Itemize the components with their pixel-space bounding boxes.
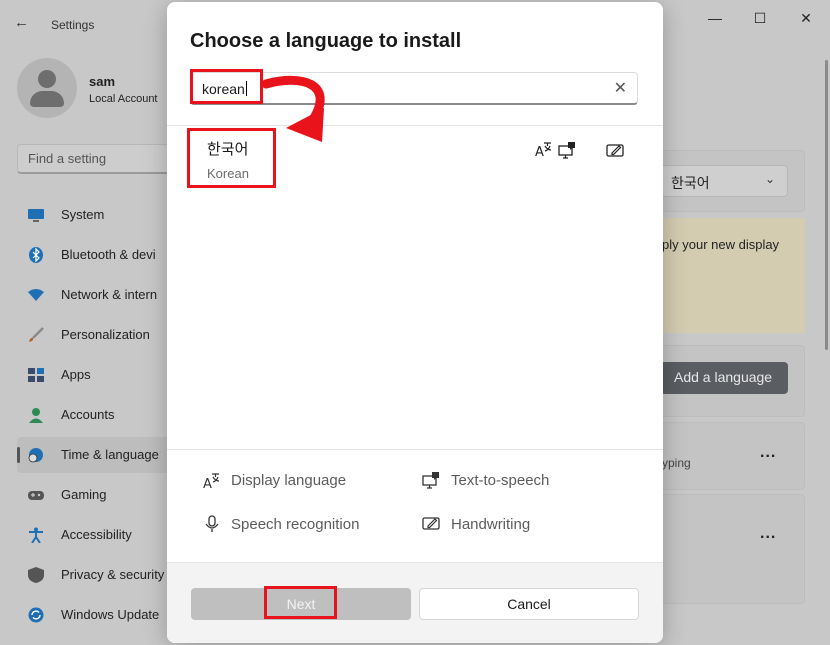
sidebar-item-bluetooth-devi[interactable]: Bluetooth & devi	[17, 237, 177, 273]
handwriting-icon	[606, 144, 624, 157]
dialog-footer: Next Cancel	[167, 562, 663, 643]
close-button[interactable]: ✕	[791, 8, 821, 30]
language-native-name: 한국어	[207, 141, 249, 158]
app-title: Settings	[51, 18, 95, 32]
sidebar-item-windows-update[interactable]: Windows Update	[17, 597, 177, 633]
text-to-speech-icon	[422, 472, 439, 489]
divider	[167, 125, 663, 126]
legend-display-language: Display language	[231, 472, 347, 489]
sidebar-item-privacy-security[interactable]: Privacy & security	[17, 557, 177, 593]
accessibility-icon	[27, 527, 45, 544]
sidebar-item-label: Bluetooth & devi	[61, 247, 156, 262]
avatar[interactable]	[17, 58, 77, 118]
sidebar-item-gaming[interactable]: Gaming	[17, 477, 177, 513]
search-input-value: korean	[202, 81, 247, 97]
sidebar-item-label: Personalization	[61, 327, 150, 342]
notice-card	[640, 218, 805, 333]
shield-icon	[27, 567, 45, 583]
divider	[167, 449, 663, 450]
find-setting-input[interactable]: Find a setting	[17, 144, 177, 174]
back-button[interactable]: ←	[14, 14, 36, 34]
handwriting-icon	[422, 517, 440, 530]
monitor-icon	[27, 207, 45, 223]
add-language-button[interactable]: Add a language	[660, 362, 788, 394]
notice-text: ply your new display	[662, 237, 780, 252]
user-account-type: Local Account	[89, 93, 158, 105]
sidebar-item-label: Network & intern	[61, 287, 158, 302]
microphone-icon	[205, 515, 219, 532]
more-options-button[interactable]: ...	[760, 525, 776, 543]
clock-globe-icon	[27, 447, 45, 463]
display-language-icon: A	[203, 473, 220, 491]
sidebar-item-network-intern[interactable]: Network & intern	[17, 277, 177, 313]
sidebar-item-label: Time & language	[61, 447, 159, 462]
dialog-title: Choose a language to install	[190, 30, 462, 52]
scrollbar[interactable]	[825, 60, 828, 350]
maximize-button[interactable]: ☐	[745, 8, 775, 30]
person-icon	[27, 407, 45, 423]
sidebar-item-label: Windows Update	[61, 607, 160, 622]
bluetooth-icon	[27, 247, 45, 263]
user-name: sam	[89, 74, 116, 89]
sidebar-item-label: Accessibility	[61, 527, 132, 542]
legend-text-to-speech: Text-to-speech	[451, 472, 550, 489]
cancel-button[interactable]: Cancel	[419, 588, 639, 620]
svg-text:A: A	[203, 477, 212, 491]
text-to-speech-icon	[558, 142, 575, 159]
language-result-korean[interactable]: 한국어 Korean	[167, 127, 663, 187]
sidebar-item-label: System	[61, 207, 105, 222]
avatar-body-shape	[30, 91, 64, 107]
sidebar-item-system[interactable]: System	[17, 197, 177, 233]
brush-icon	[27, 327, 45, 343]
avatar-head-shape	[38, 70, 56, 88]
chevron-down-icon: ⌄	[764, 172, 775, 186]
gamepad-icon	[27, 487, 45, 503]
sidebar-item-apps[interactable]: Apps	[17, 357, 177, 393]
sidebar-item-accessibility[interactable]: Accessibility	[17, 517, 177, 553]
apps-icon	[27, 367, 45, 383]
sidebar-item-label: Gaming	[61, 487, 107, 502]
choose-language-dialog: Choose a language to install korean ✕ 한국…	[167, 2, 663, 643]
update-icon	[27, 607, 45, 623]
legend-speech-recognition: Speech recognition	[231, 516, 360, 533]
more-options-button[interactable]: ...	[760, 444, 776, 462]
language-row-card	[640, 494, 805, 604]
sidebar-item-personalization[interactable]: Personalization	[17, 317, 177, 353]
language-search-input[interactable]: korean ✕	[190, 72, 638, 105]
feature-legend: A Display language Text-to-speech Speech…	[167, 451, 663, 563]
sidebar-item-accounts[interactable]: Accounts	[17, 397, 177, 433]
language-english-name: Korean	[207, 166, 249, 181]
display-language-select[interactable]: 한국어 ⌄	[660, 165, 788, 197]
minimize-button[interactable]: —	[700, 8, 730, 30]
sidebar-item-label: Apps	[61, 367, 91, 382]
next-button[interactable]: Next	[191, 588, 411, 620]
sidebar-item-label: Accounts	[61, 407, 115, 422]
red-curved-arrow	[262, 75, 325, 142]
display-language-value: 한국어	[671, 175, 710, 191]
wifi-icon	[27, 287, 45, 303]
display-language-icon: A	[535, 142, 552, 160]
legend-handwriting: Handwriting	[451, 516, 531, 533]
svg-text:A: A	[535, 145, 544, 160]
typing-text: yping	[662, 456, 691, 470]
sidebar-item-time-language[interactable]: Time & language	[17, 437, 177, 473]
clear-search-button[interactable]: ✕	[614, 78, 627, 98]
sidebar-item-label: Privacy & security	[61, 567, 165, 582]
